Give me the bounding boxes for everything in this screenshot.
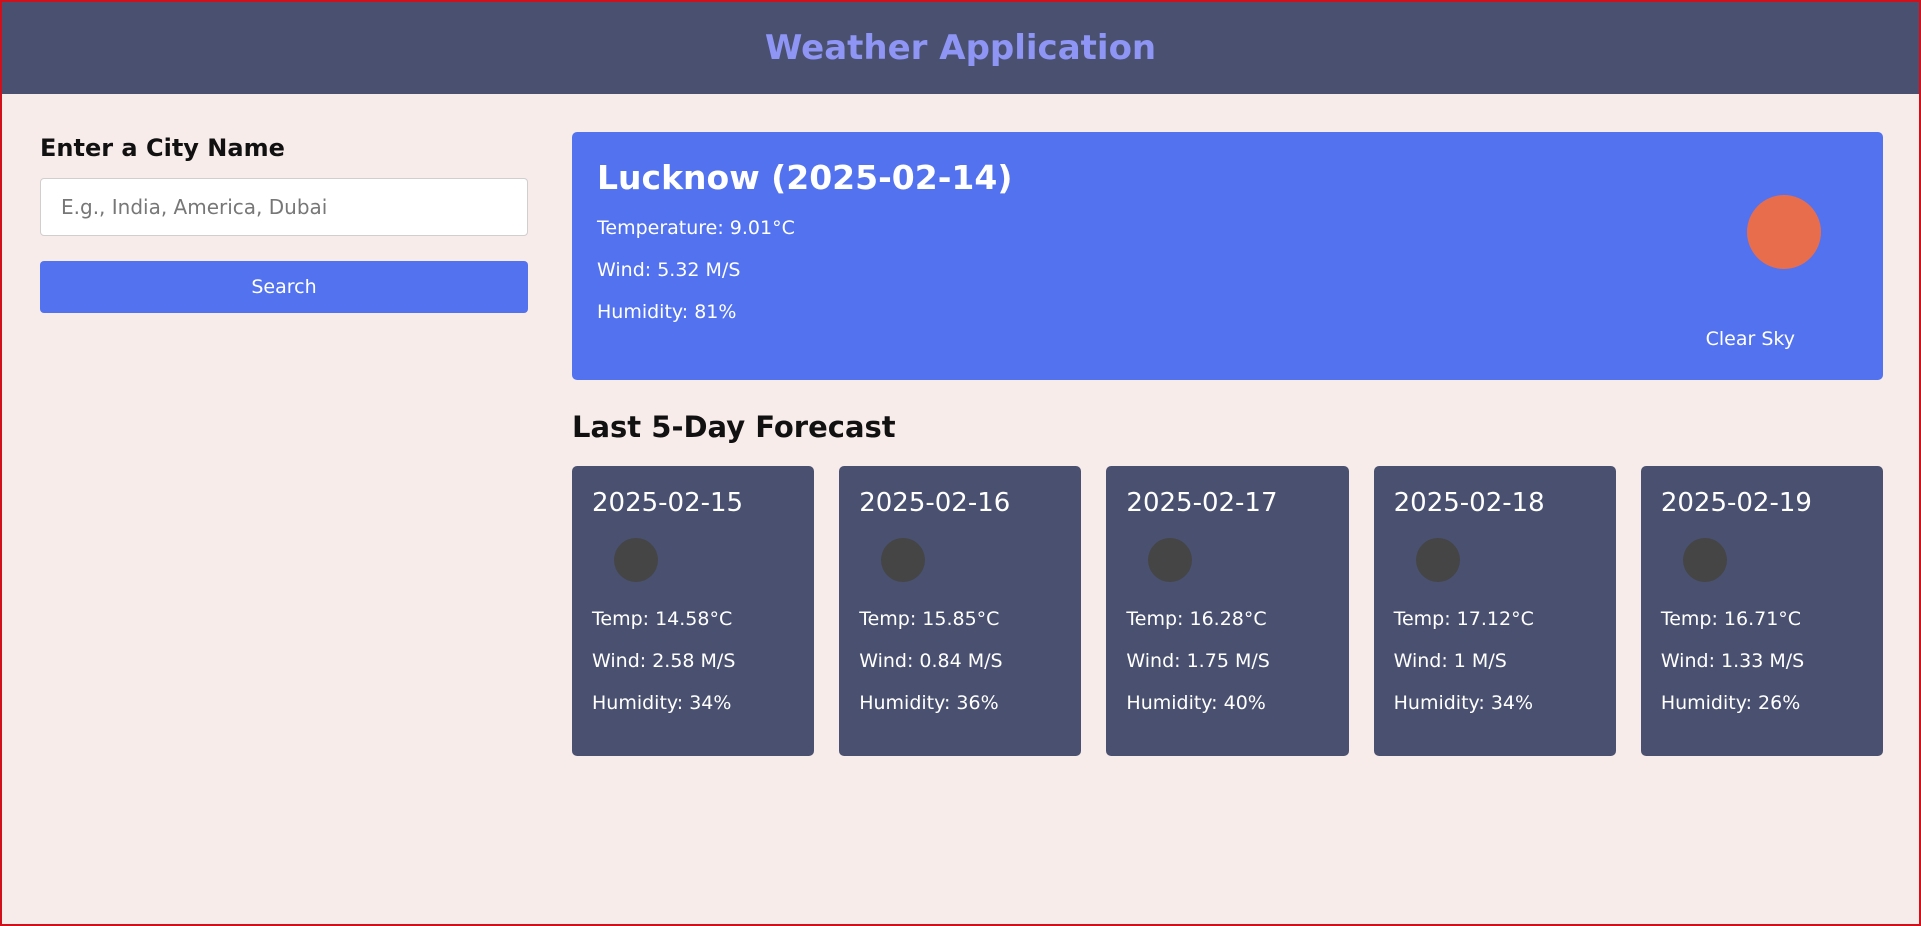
- weather-main: Lucknow (2025-02-14) Temperature: 9.01°C…: [572, 132, 1884, 756]
- forecast-card: 2025-02-17 Temp: 16.28°C Wind: 1.75 M/S …: [1106, 466, 1349, 756]
- forecast-humidity: Humidity: 40%: [1126, 692, 1266, 714]
- forecast-date: 2025-02-16: [859, 488, 1011, 518]
- forecast-wind: Wind: 1.33 M/S: [1660, 650, 1805, 672]
- forecast-temp: Temp: 16.28°C: [1126, 608, 1267, 630]
- forecast-date: 2025-02-18: [1393, 488, 1545, 518]
- forecast-temp: Temp: 17.12°C: [1393, 608, 1534, 630]
- search-button[interactable]: Search: [40, 261, 528, 313]
- current-description: Clear Sky: [1705, 328, 1795, 350]
- forecast-temp: Temp: 16.71°C: [1660, 608, 1802, 630]
- app-header: Weather Application: [2, 2, 1919, 94]
- current-humidity: Humidity: 81%: [597, 301, 737, 323]
- weather-icon: [1682, 538, 1727, 582]
- city-input-label: Enter a City Name: [40, 134, 285, 162]
- app-title: Weather Application: [764, 28, 1157, 68]
- city-search-input[interactable]: [40, 178, 528, 236]
- search-panel: Enter a City Name Search: [40, 132, 528, 756]
- forecast-temp: Temp: 14.58°C: [592, 608, 733, 630]
- forecast-card: 2025-02-19 Temp: 16.71°C Wind: 1.33 M/S …: [1640, 466, 1884, 756]
- forecast-card: 2025-02-18 Temp: 17.12°C Wind: 1 M/S Hum…: [1373, 466, 1616, 756]
- forecast-humidity: Humidity: 34%: [1393, 692, 1534, 714]
- forecast-date: 2025-02-19: [1660, 488, 1812, 518]
- forecast-heading: Last 5-Day Forecast: [572, 410, 896, 444]
- forecast-date: 2025-02-15: [592, 488, 744, 518]
- current-city-title: Lucknow (2025-02-14): [597, 158, 1013, 197]
- forecast-wind: Wind: 1 M/S: [1393, 650, 1507, 672]
- forecast-humidity: Humidity: 26%: [1660, 692, 1801, 714]
- current-wind: Wind: 5.32 M/S: [597, 259, 741, 281]
- current-weather-card: Lucknow (2025-02-14) Temperature: 9.01°C…: [572, 132, 1883, 380]
- forecast-humidity: Humidity: 34%: [592, 692, 732, 714]
- sun-icon: [1747, 195, 1821, 269]
- weather-icon: [1148, 538, 1193, 582]
- weather-icon: [881, 538, 926, 582]
- weather-icon: [1415, 538, 1460, 582]
- page-layout: Enter a City Name Search Lucknow (2025-0…: [2, 94, 1919, 756]
- forecast-date: 2025-02-17: [1126, 488, 1278, 518]
- forecast-humidity: Humidity: 36%: [859, 692, 999, 714]
- forecast-card: 2025-02-15 Temp: 14.58°C Wind: 2.58 M/S …: [572, 466, 815, 756]
- current-temperature: Temperature: 9.01°C: [597, 217, 795, 239]
- weather-icon: [614, 538, 658, 582]
- forecast-temp: Temp: 15.85°C: [859, 608, 1000, 630]
- forecast-list: 2025-02-15 Temp: 14.58°C Wind: 2.58 M/S …: [572, 466, 1884, 756]
- forecast-wind: Wind: 2.58 M/S: [592, 650, 736, 672]
- forecast-card: 2025-02-16 Temp: 15.85°C Wind: 0.84 M/S …: [839, 466, 1082, 756]
- forecast-wind: Wind: 1.75 M/S: [1126, 650, 1270, 672]
- forecast-wind: Wind: 0.84 M/S: [859, 650, 1003, 672]
